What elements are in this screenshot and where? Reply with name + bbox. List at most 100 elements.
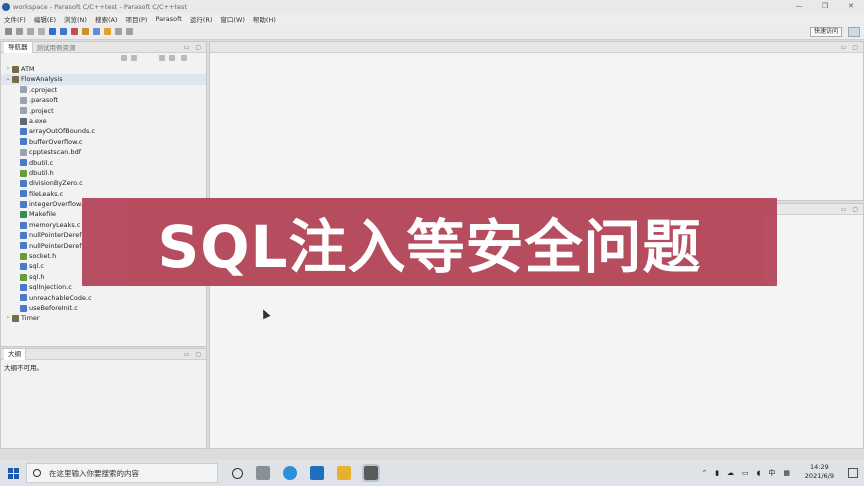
editor-area[interactable]: ▭ ▢ <box>209 41 864 201</box>
quick-access-field[interactable]: 快速访问 <box>809 27 842 37</box>
tree-item-label: dbutil.h <box>29 168 54 177</box>
tray-expand-icon[interactable]: ⌃ <box>701 469 707 477</box>
ime-indicator[interactable]: 中 <box>768 468 775 478</box>
menu-edit[interactable]: 编辑(E) <box>30 14 60 24</box>
tree-item-label: bufferOverflow.c <box>29 137 83 146</box>
link-editor-icon[interactable] <box>169 55 175 61</box>
tree-project-item[interactable]: › ATM <box>1 64 206 74</box>
tree-file-item[interactable]: a.exe <box>1 116 206 126</box>
file-file-icon <box>20 148 27 156</box>
search-icon <box>33 469 41 477</box>
windows-logo-icon <box>7 467 19 479</box>
editor-controls-icon[interactable]: ▭ ▢ <box>841 42 860 53</box>
tree-file-item[interactable]: .cproject <box>1 85 206 95</box>
debug-icon[interactable] <box>60 28 67 35</box>
tree-file-item[interactable]: dbutil.c <box>1 158 206 168</box>
tree-item-label: a.exe <box>29 116 47 125</box>
c-file-icon <box>20 263 27 271</box>
outline-controls-icon[interactable]: ▭ ▢ <box>184 349 203 360</box>
cloud-icon[interactable]: ☁ <box>727 469 734 477</box>
new-icon[interactable] <box>5 28 12 35</box>
editor-header: ▭ ▢ <box>210 42 863 53</box>
tree-file-item[interactable]: unreachableCode.c <box>1 293 206 303</box>
ime-mode-icon[interactable]: ▦ <box>783 469 790 477</box>
back-icon[interactable] <box>115 28 122 35</box>
exe-file-icon <box>20 117 27 125</box>
task-view-icon[interactable] <box>256 466 270 480</box>
view-menu-icon[interactable] <box>181 55 187 61</box>
menu-project[interactable]: 项目(P) <box>121 14 151 24</box>
test-icon[interactable] <box>82 28 89 35</box>
tree-file-item[interactable]: arrayOutOfBounds.c <box>1 126 206 136</box>
start-button[interactable] <box>0 460 26 486</box>
tree-file-item[interactable]: .parasoft <box>1 95 206 105</box>
tree-file-item[interactable]: useBeforeInit.c <box>1 303 206 313</box>
menu-run[interactable]: 运行(R) <box>186 14 217 24</box>
tree-item-label: sql.c <box>29 262 44 271</box>
notification-icon[interactable] <box>848 468 858 478</box>
taskbar-search[interactable]: 在这里输入你要搜索的内容 <box>26 463 218 483</box>
folder-icon[interactable] <box>104 28 111 35</box>
tree-item-label: socket.h <box>29 252 57 261</box>
tree-file-item[interactable]: dbutil.h <box>1 168 206 178</box>
c-file-icon <box>20 128 27 136</box>
menu-file[interactable]: 文件(F) <box>0 14 30 24</box>
menu-help[interactable]: 帮助(H) <box>249 14 280 24</box>
caption-banner: SQL注入等安全问题 <box>82 198 777 286</box>
collapse-all-icon[interactable] <box>159 55 165 61</box>
tree-project-item[interactable]: ⌄ FlowAnalysis <box>1 74 206 85</box>
forward-nav-icon[interactable] <box>131 55 137 61</box>
collapse-arrow-icon[interactable]: ⌄ <box>4 74 12 84</box>
cortana-icon[interactable] <box>232 467 243 479</box>
panel-controls-icon[interactable]: ▭ ▢ <box>184 42 203 53</box>
tree-item-label: nullPointerDeref <box>29 241 82 250</box>
menu-search[interactable]: 搜索(A) <box>91 14 122 24</box>
caption-text: SQL注入等安全问题 <box>157 213 702 281</box>
outline-panel: 大纲 ▭ ▢ 大纲不可用。 <box>0 348 207 449</box>
taskbar-clock[interactable]: 14:29 2021/6/9 <box>805 463 834 481</box>
perspective-icon[interactable] <box>848 27 860 37</box>
make-file-icon <box>20 211 27 219</box>
c-file-icon <box>20 294 27 302</box>
bottom-controls-icon[interactable]: ▭ ▢ <box>841 204 860 215</box>
expand-arrow-icon[interactable]: › <box>4 64 12 74</box>
microphone-icon[interactable]: ▮ <box>715 469 719 477</box>
c-file-icon <box>20 190 27 198</box>
maximize-button[interactable]: ❐ <box>812 0 838 13</box>
tree-item-label: Timer <box>21 314 40 323</box>
forward-icon[interactable] <box>126 28 133 35</box>
cpptest-taskbar-icon[interactable] <box>362 464 380 482</box>
tab-testcase-resources[interactable]: 测试用例资源 <box>33 42 80 52</box>
network-icon[interactable]: ▭ <box>742 469 749 477</box>
menu-window[interactable]: 窗口(W) <box>216 14 249 24</box>
tree-file-item[interactable]: cpptestscan.bdf <box>1 147 206 157</box>
save-all-icon[interactable] <box>27 28 34 35</box>
edge-icon[interactable] <box>283 466 297 480</box>
search-icon[interactable] <box>93 28 100 35</box>
tree-item-label: integerOverflow. <box>29 200 83 209</box>
c-file-icon <box>20 231 27 239</box>
file-file-icon <box>20 86 27 94</box>
tab-navigator[interactable]: 导航器 <box>4 41 33 53</box>
tree-file-item[interactable]: .project <box>1 106 206 116</box>
tree-item-label: Makefile <box>29 210 57 219</box>
tree-file-item[interactable]: bufferOverflow.c <box>1 137 206 147</box>
expand-arrow-icon[interactable]: › <box>4 313 12 323</box>
save-icon[interactable] <box>16 28 23 35</box>
run-icon[interactable] <box>49 28 56 35</box>
back-nav-icon[interactable] <box>121 55 127 61</box>
menu-parasoft[interactable]: Parasoft <box>151 15 185 23</box>
print-icon[interactable] <box>38 28 45 35</box>
volume-icon[interactable]: ◖ <box>757 469 761 477</box>
build-icon[interactable] <box>71 28 78 35</box>
tab-outline[interactable]: 大纲 <box>4 348 26 360</box>
mail-icon[interactable] <box>310 466 324 480</box>
project-file-icon <box>12 65 19 73</box>
file-explorer-icon[interactable] <box>337 466 351 480</box>
window-title: workspace - Parasoft C/C++test - Parasof… <box>13 2 187 11</box>
minimize-button[interactable]: — <box>786 0 812 13</box>
close-button[interactable]: ✕ <box>838 0 864 13</box>
menu-navigate[interactable]: 浏览(N) <box>60 14 91 24</box>
tree-file-item[interactable]: divisionByZero.c <box>1 178 206 188</box>
tree-project-item[interactable]: › Timer <box>1 313 206 323</box>
